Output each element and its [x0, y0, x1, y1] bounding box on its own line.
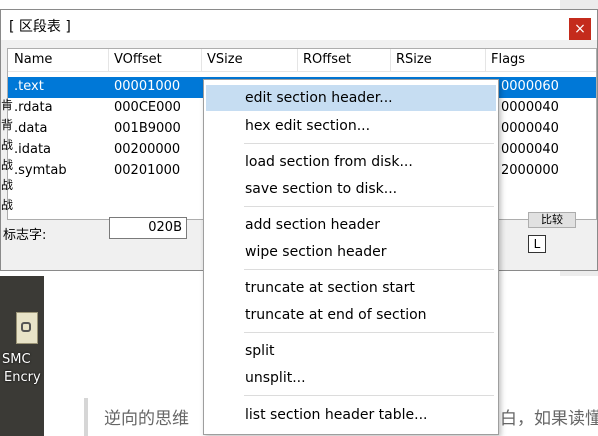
menu-item-save-section[interactable]: save section to disk... [206, 176, 496, 202]
menu-item-truncate-start[interactable]: truncate at section start [206, 275, 496, 301]
menu-separator [244, 395, 494, 396]
menu-separator [244, 332, 494, 333]
dialog-title: [ 区段表 ] [9, 19, 71, 35]
cell-name: .text [14, 79, 44, 94]
cell-voffset: 00001000 [114, 79, 181, 94]
cell-name: .symtab [14, 163, 67, 178]
close-button[interactable]: × [569, 18, 591, 40]
menu-separator [244, 206, 494, 207]
menu-item-edit-section-header[interactable]: edit section header... [206, 85, 496, 111]
clipped-label: 战 [1, 178, 14, 192]
column-header-flags[interactable]: Flags [491, 52, 525, 67]
column-header-voffset[interactable]: VOffset [114, 52, 162, 67]
menu-item-split[interactable]: split [206, 338, 496, 364]
article-text-right: 白，如果读懂 [500, 409, 598, 429]
cell-name: .data [14, 121, 48, 136]
menu-item-unsplit[interactable]: unsplit... [206, 365, 496, 391]
cell-name: .rdata [14, 100, 53, 115]
dialog-titlebar[interactable]: [ 区段表 ] × [1, 10, 597, 40]
quote-bar [84, 398, 88, 436]
clipped-label: 肯 [1, 98, 14, 112]
menu-item-add-section-header[interactable]: add section header [206, 212, 496, 238]
lock-icon [21, 322, 31, 332]
cell-voffset: 00201000 [114, 163, 181, 178]
menu-item-wipe-section-header[interactable]: wipe section header [206, 239, 496, 265]
article-text-left: 逆向的思维 [104, 409, 189, 429]
clipped-label: 背 [1, 118, 14, 132]
cell-name: .idata [14, 142, 52, 157]
column-header-vsize[interactable]: VSize [207, 52, 243, 67]
flag-field[interactable]: 020B [109, 217, 187, 239]
column-header-name[interactable]: Name [14, 52, 52, 67]
menu-item-hex-edit-section[interactable]: hex edit section... [206, 113, 496, 139]
menu-item-truncate-end[interactable]: truncate at end of section [206, 302, 496, 328]
cell-flags: 0000040 [501, 100, 559, 115]
l-checkbox[interactable]: L [528, 235, 546, 253]
menu-separator [244, 269, 494, 270]
list-header: Name VOffset VSize ROffset RSize Flags [8, 49, 596, 72]
menu-separator [244, 143, 494, 144]
clipped-label: 战 [1, 158, 14, 172]
desktop-icon-label-1: SMC [2, 352, 31, 367]
cell-flags: 0000060 [501, 79, 559, 94]
context-menu: edit section header... hex edit section.… [203, 79, 499, 435]
cell-flags: 2000000 [501, 163, 559, 178]
menu-item-load-section[interactable]: load section from disk... [206, 149, 496, 175]
cell-voffset: 000CE000 [114, 100, 181, 115]
encrypted-file-icon[interactable] [16, 312, 40, 346]
column-divider[interactable] [390, 49, 391, 71]
column-header-roffset[interactable]: ROffset [303, 52, 351, 67]
flag-label: 标志字: [3, 228, 47, 243]
menu-item-list-section-header-table[interactable]: list section header table... [206, 402, 496, 428]
cell-voffset: 00200000 [114, 142, 181, 157]
compare-button[interactable]: 比较 [528, 212, 576, 228]
column-header-rsize[interactable]: RSize [396, 52, 432, 67]
column-divider[interactable] [108, 49, 109, 71]
desktop-icon-label-2: Encry [4, 370, 41, 385]
cell-flags: 0000040 [501, 142, 559, 157]
clipped-label: 战 [1, 198, 14, 212]
column-divider[interactable] [201, 49, 202, 71]
cell-flags: 0000040 [501, 121, 559, 136]
column-divider[interactable] [485, 49, 486, 71]
cell-voffset: 001B9000 [114, 121, 181, 136]
clipped-label: 战 [1, 138, 14, 152]
column-divider[interactable] [297, 49, 298, 71]
